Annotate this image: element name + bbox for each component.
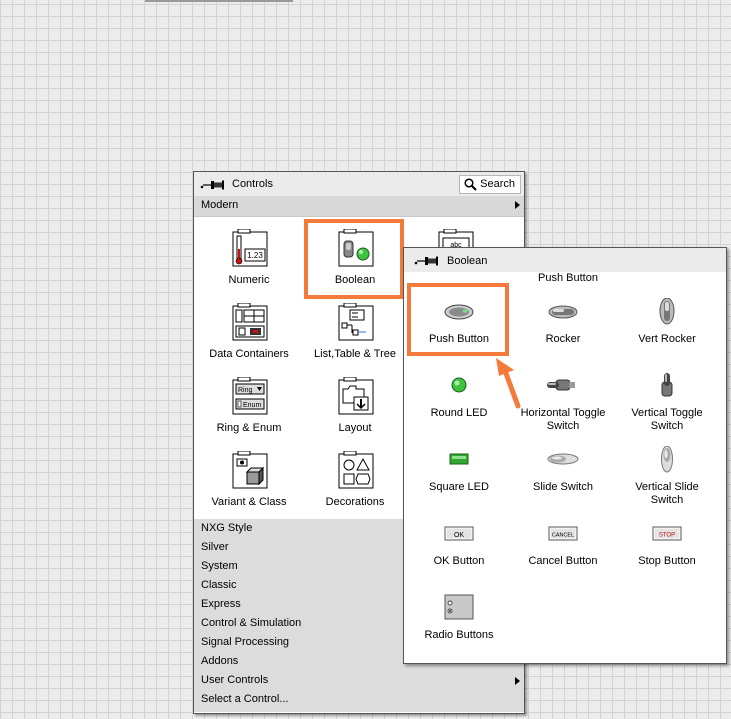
numeric-icon: 1.23 (232, 229, 268, 267)
ok-button-icon: OK (444, 526, 474, 541)
boolean-item-label: Vert Rocker (638, 333, 696, 345)
search-icon (464, 178, 477, 191)
layout-icon (338, 377, 374, 415)
stop-button-icon: STOP (652, 526, 682, 541)
category-user-controls[interactable]: User Controls (194, 671, 524, 690)
thumbtack-pin-icon[interactable] (414, 256, 440, 266)
stop-button-text: STOP (659, 533, 675, 539)
palette-item-label: Data Containers (209, 348, 289, 360)
decorations-icon (338, 451, 374, 489)
boolean-item-label: Rocker (545, 333, 581, 345)
category-label: Select a Control... (201, 693, 289, 705)
radio-buttons-icon (444, 594, 474, 620)
enum-icon-text: Enum (243, 402, 261, 409)
annotation-arrow-icon (496, 358, 521, 409)
chevron-right-icon (515, 201, 520, 209)
search-button-label: Search (480, 178, 515, 190)
category-label: System (201, 560, 238, 572)
boolean-item-label: OK Button (433, 555, 485, 567)
category-label: Addons (201, 655, 239, 667)
ring-icon-text: Ring (238, 387, 253, 394)
variant-class-icon (232, 451, 268, 489)
palette-item-layout[interactable]: Layout (302, 369, 408, 441)
palette-item-ring-enum[interactable]: Ring Enum Ring & Enum (196, 369, 302, 441)
data-containers-icon (232, 303, 268, 341)
category-label: NXG Style (201, 522, 253, 534)
cancel-button-text: CANCEL (552, 533, 574, 539)
palette-item-decorations[interactable]: Decorations (302, 443, 408, 515)
palette-item-label: Decorations (325, 496, 385, 508)
highlight-push-button (407, 283, 509, 356)
cancel-button-icon: CANCEL (548, 526, 578, 541)
search-button[interactable]: Search (459, 175, 521, 194)
palette-item-label: Variant & Class (211, 496, 287, 508)
palette-item-label: Ring & Enum (216, 422, 282, 434)
palette-item-numeric[interactable]: 1.23 Numeric (196, 221, 302, 293)
chevron-right-icon (515, 677, 520, 685)
boolean-item-label: Vertical Toggle Switch (631, 407, 703, 432)
horizontal-toggle-icon (547, 379, 575, 391)
palette-item-label: List,Table & Tree (314, 348, 396, 360)
category-label: Classic (201, 579, 237, 591)
palette-item-label: Numeric (228, 274, 270, 286)
square-led-icon (449, 453, 469, 465)
select-a-control[interactable]: Select a Control... (194, 690, 524, 712)
category-modern[interactable]: Modern (194, 196, 524, 217)
vertical-toggle-icon (661, 373, 673, 397)
boolean-item-label: Slide Switch (533, 481, 593, 493)
ring-enum-icon: Ring Enum (232, 377, 268, 415)
category-label: Signal Processing (201, 636, 290, 648)
boolean-palette-title: Boolean (447, 255, 488, 267)
boolean-item-label: Stop Button (638, 555, 696, 567)
thumbtack-pin-icon[interactable] (200, 180, 226, 190)
vert-rocker-icon (659, 298, 675, 325)
boolean-palette-header: Boolean (404, 248, 726, 272)
palette-item-data-containers[interactable]: Data Containers (196, 295, 302, 367)
window-top-edge (145, 0, 293, 2)
hover-tooltip: Push Button (538, 272, 598, 284)
controls-palette-title: Controls (232, 178, 273, 190)
numeric-icon-text: 1.23 (247, 251, 263, 260)
boolean-item-label: Square LED (429, 481, 489, 493)
list-table-tree-icon (338, 303, 374, 341)
category-modern-label: Modern (201, 199, 239, 211)
slide-switch-icon (547, 453, 579, 465)
category-label: Control & Simulation (201, 617, 302, 629)
palette-item-list-table-tree[interactable]: List,Table & Tree (302, 295, 408, 367)
boolean-item-label: Vertical Slide Switch (635, 481, 699, 506)
palette-item-label: Layout (338, 422, 372, 434)
boolean-item-label: Radio Buttons (424, 629, 494, 641)
controls-palette-header: Controls Search (194, 172, 524, 196)
round-led-icon (451, 377, 467, 393)
palette-item-variant-class[interactable]: Variant & Class (196, 443, 302, 515)
ok-button-text: OK (454, 532, 464, 539)
boolean-item-label: Cancel Button (528, 555, 598, 567)
category-label: Silver (201, 541, 229, 553)
rocker-icon (548, 305, 578, 319)
vertical-slide-icon (661, 446, 673, 473)
category-label: User Controls (201, 674, 269, 686)
highlight-boolean (304, 219, 404, 299)
category-label: Express (201, 598, 241, 610)
